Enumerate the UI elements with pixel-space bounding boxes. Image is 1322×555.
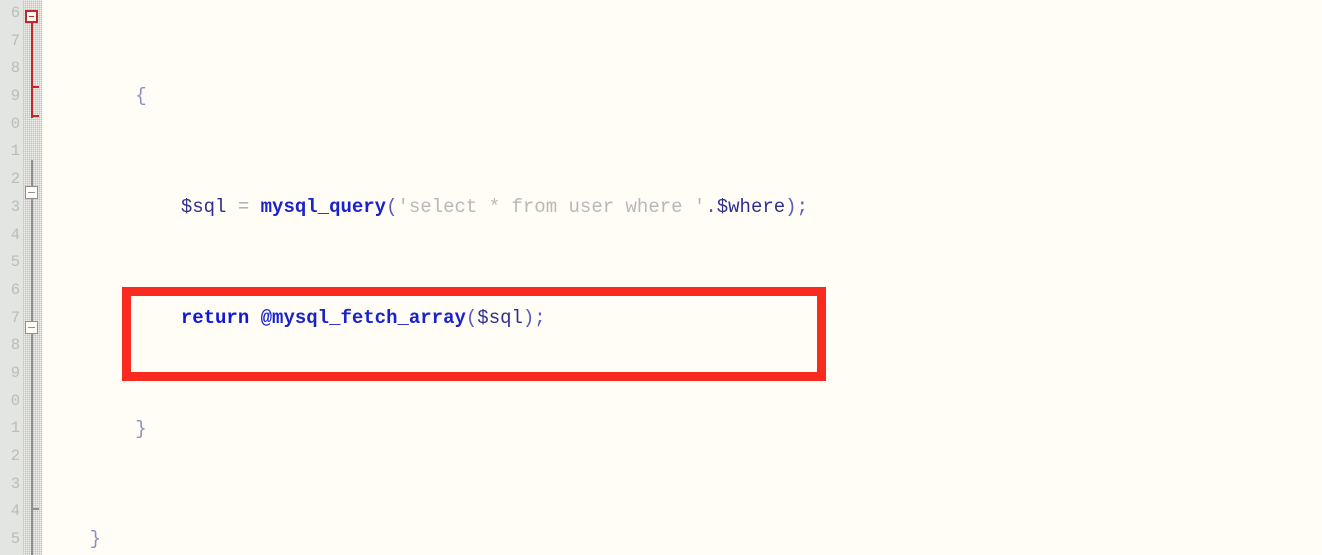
fold-collapse-box-red[interactable] (25, 10, 38, 23)
fold-end-tick-red-2 (31, 115, 39, 117)
line-number: 6 (10, 280, 20, 299)
line-number: 7 (10, 31, 20, 50)
code-editor-viewport: 678901234567890123456 { $sql = mysql_que… (0, 0, 1322, 555)
line-number: 4 (10, 502, 20, 521)
fold-guide-line-gray (31, 160, 33, 555)
line-number: 5 (10, 530, 20, 549)
fold-end-tick-gray (31, 508, 39, 510)
code-line: } (44, 417, 147, 440)
code-text-area[interactable]: { $sql = mysql_query('select * from user… (44, 0, 1322, 555)
code-line: { (44, 85, 147, 108)
line-number: 8 (10, 336, 20, 355)
line-number-gutter: 678901234567890123456 (0, 0, 23, 555)
line-number: 4 (10, 225, 20, 244)
line-number: 6 (10, 4, 20, 22)
fold-guide-line-red (31, 22, 33, 118)
line-number: 0 (10, 114, 20, 133)
fold-end-tick-red-1 (31, 86, 39, 88)
code-line: $sql = mysql_query('select * from user w… (180, 195, 808, 218)
code-folding-column[interactable] (23, 0, 43, 555)
code-line: return @mysql_fetch_array($sql); (180, 306, 546, 329)
line-number: 3 (10, 197, 20, 216)
minus-icon (29, 15, 34, 17)
line-number: 2 (10, 170, 20, 189)
line-number: 5 (10, 253, 20, 272)
line-number: 7 (10, 308, 20, 327)
line-number: 3 (10, 474, 20, 493)
line-number: 0 (10, 391, 20, 410)
fold-collapse-box-inner-if[interactable] (25, 321, 38, 334)
minus-icon (28, 326, 35, 328)
code-line: } (44, 528, 102, 551)
line-number: 8 (10, 59, 20, 78)
line-number-list: 678901234567890123456 (0, 0, 23, 555)
line-number: 1 (10, 142, 20, 161)
line-number: 9 (10, 87, 20, 106)
minus-icon (28, 191, 35, 193)
fold-collapse-box-if[interactable] (25, 186, 38, 199)
line-number: 1 (10, 419, 20, 438)
line-number: 9 (10, 363, 20, 382)
line-number: 2 (10, 447, 20, 465)
